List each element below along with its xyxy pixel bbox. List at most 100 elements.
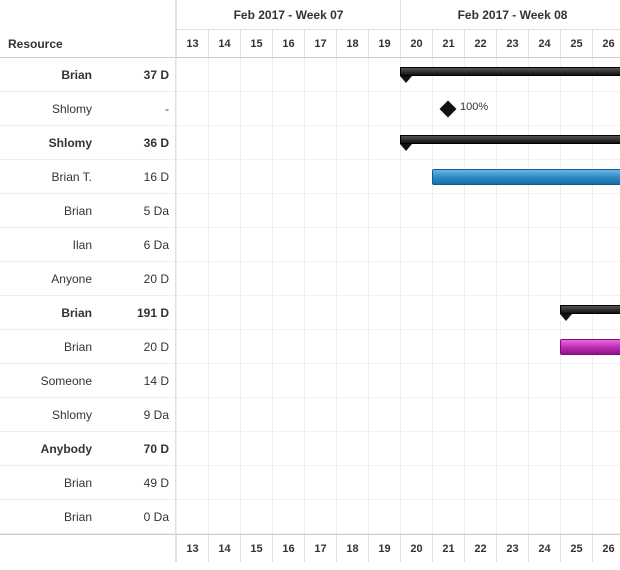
day-header-cell: 21	[432, 535, 464, 562]
duration-cell: 14 D	[100, 374, 171, 388]
day-header-cell: 16	[272, 30, 304, 57]
day-header-cell: 20	[400, 535, 432, 562]
duration-cell: 9 Da	[100, 408, 171, 422]
resource-cell: Shlomy	[0, 136, 100, 150]
duration-cell: 0 Da	[100, 510, 171, 524]
table-row[interactable]: Brian5 Da	[0, 194, 175, 228]
timeline-row[interactable]	[176, 398, 620, 432]
duration-cell: 36 D	[100, 136, 171, 150]
table-row[interactable]: Anybody70 D	[0, 432, 175, 466]
duration-cell: 70 D	[100, 442, 171, 456]
resource-cell: Ilan	[0, 238, 100, 252]
week-header: Feb 2017 - Week 08	[400, 0, 620, 30]
day-header-cell: 23	[496, 30, 528, 57]
day-header-cell: 25	[560, 30, 592, 57]
day-header-cell: 23	[496, 535, 528, 562]
timeline-row[interactable]	[176, 500, 620, 534]
day-header-cell: 17	[304, 535, 336, 562]
gantt-task-bar[interactable]	[560, 339, 620, 355]
timeline-row[interactable]	[176, 262, 620, 296]
day-header-cell: 18	[336, 30, 368, 57]
table-row[interactable]: Someone14 D	[0, 364, 175, 398]
gantt-summary-bar[interactable]	[400, 67, 620, 76]
day-header-cell: 13	[176, 535, 208, 562]
duration-cell: 37 D	[100, 68, 171, 82]
day-header-cell: 26	[592, 535, 620, 562]
gantt-chart: Resource Brian37 DShlomy-Shlomy36 DBrian…	[0, 0, 620, 562]
duration-cell: 49 D	[100, 476, 171, 490]
table-row[interactable]: Brian49 D	[0, 466, 175, 500]
table-row[interactable]: Shlomy-	[0, 92, 175, 126]
table-row[interactable]: Brian37 D	[0, 58, 175, 92]
left-footer-spacer	[0, 534, 175, 562]
day-header-cell: 15	[240, 30, 272, 57]
duration-cell: 191 D	[100, 306, 171, 320]
table-row[interactable]: Shlomy9 Da	[0, 398, 175, 432]
gantt-left-pane: Resource Brian37 DShlomy-Shlomy36 DBrian…	[0, 0, 176, 562]
timeline-footer-days: 1314151617181920212223242526	[176, 534, 620, 562]
table-row[interactable]: Brian20 D	[0, 330, 175, 364]
day-header-cell: 18	[336, 535, 368, 562]
column-header-resource[interactable]: Resource	[0, 37, 100, 51]
timeline-row[interactable]: 100%	[176, 92, 620, 126]
day-header-cell: 19	[368, 30, 400, 57]
resource-cell: Someone	[0, 374, 100, 388]
timeline-row[interactable]	[176, 194, 620, 228]
timeline-body[interactable]: 100%	[176, 58, 620, 534]
day-header-cell: 16	[272, 535, 304, 562]
table-row[interactable]: Anyone20 D	[0, 262, 175, 296]
table-row[interactable]: Brian191 D	[0, 296, 175, 330]
gantt-task-bar[interactable]	[432, 169, 620, 185]
day-header-cell: 19	[368, 535, 400, 562]
left-header-row: Resource	[0, 30, 175, 58]
day-header-cell: 15	[240, 535, 272, 562]
resource-cell: Shlomy	[0, 408, 100, 422]
left-header-spacer	[0, 0, 175, 30]
table-row[interactable]: Brian0 Da	[0, 500, 175, 534]
day-header-cell: 22	[464, 30, 496, 57]
resource-cell: Brian	[0, 476, 100, 490]
timeline-row[interactable]	[176, 466, 620, 500]
table-row[interactable]: Brian T.16 D	[0, 160, 175, 194]
timeline-row[interactable]	[176, 58, 620, 92]
table-row[interactable]: Shlomy36 D	[0, 126, 175, 160]
resource-cell: Brian T.	[0, 170, 100, 184]
timeline-row[interactable]	[176, 330, 620, 364]
timeline-row[interactable]	[176, 126, 620, 160]
week-header: Feb 2017 - Week 07	[176, 0, 400, 30]
timeline-row[interactable]	[176, 228, 620, 262]
day-header-cell: 25	[560, 535, 592, 562]
duration-cell: 20 D	[100, 272, 171, 286]
day-header-cell: 24	[528, 535, 560, 562]
day-header-cell: 14	[208, 30, 240, 57]
day-header-cell: 13	[176, 30, 208, 57]
duration-cell: 5 Da	[100, 204, 171, 218]
resource-cell: Brian	[0, 340, 100, 354]
resource-cell: Anybody	[0, 442, 100, 456]
day-header-cell: 26	[592, 30, 620, 57]
day-header-cell: 24	[528, 30, 560, 57]
timeline-row[interactable]	[176, 432, 620, 466]
table-row[interactable]: Ilan6 Da	[0, 228, 175, 262]
duration-cell: -	[100, 102, 171, 116]
resource-cell: Anyone	[0, 272, 100, 286]
day-header-cell: 20	[400, 30, 432, 57]
resource-cell: Brian	[0, 204, 100, 218]
timeline-row[interactable]	[176, 296, 620, 330]
timeline-row[interactable]	[176, 364, 620, 398]
gantt-timeline-pane[interactable]: Feb 2017 - Week 07Feb 2017 - Week 08 131…	[176, 0, 620, 562]
duration-cell: 6 Da	[100, 238, 171, 252]
duration-cell: 20 D	[100, 340, 171, 354]
timeline-header-weeks: Feb 2017 - Week 07Feb 2017 - Week 08	[176, 0, 620, 30]
day-header-cell: 17	[304, 30, 336, 57]
day-header-cell: 14	[208, 535, 240, 562]
gantt-summary-bar[interactable]	[400, 135, 620, 144]
left-rows-container: Brian37 DShlomy-Shlomy36 DBrian T.16 DBr…	[0, 58, 175, 534]
gantt-summary-bar[interactable]	[560, 305, 620, 314]
timeline-row[interactable]	[176, 160, 620, 194]
timeline-header-days: 1314151617181920212223242526	[176, 30, 620, 58]
day-header-cell: 22	[464, 535, 496, 562]
resource-cell: Brian	[0, 306, 100, 320]
resource-cell: Brian	[0, 510, 100, 524]
resource-cell: Shlomy	[0, 102, 100, 116]
